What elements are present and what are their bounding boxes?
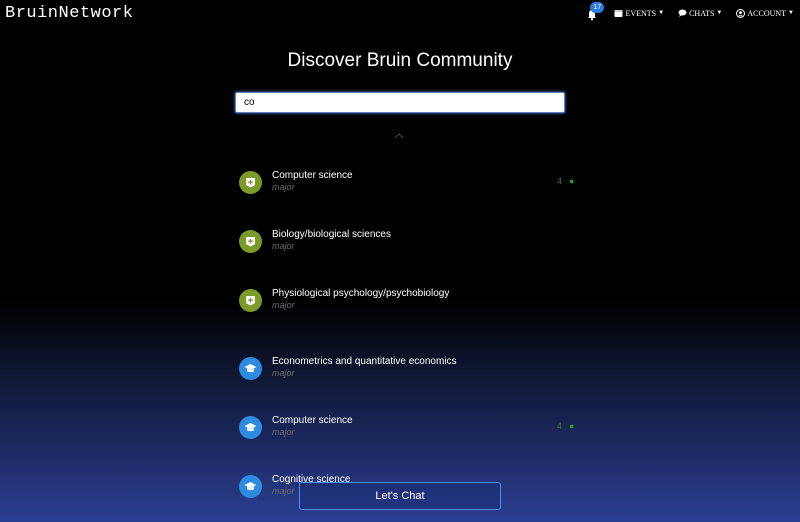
events-menu[interactable]: EVENTS ▼ — [614, 9, 664, 18]
chats-menu[interactable]: CHATS ▼ — [678, 9, 722, 18]
plus-badge-icon — [239, 289, 262, 312]
result-type: major — [272, 427, 295, 437]
notifications-button[interactable]: 17 — [586, 2, 605, 21]
chats-label: CHATS — [689, 8, 715, 18]
result-type: major — [272, 368, 295, 378]
graduation-cap-icon — [239, 475, 262, 498]
chevron-down-icon: ▼ — [716, 10, 723, 16]
result-type: major — [272, 182, 295, 192]
notification-badge: 17 — [590, 2, 605, 13]
result-item[interactable]: Computer science major 4 ● — [239, 170, 589, 211]
plus-badge-icon — [239, 230, 262, 253]
result-name: Biology/biological sciences — [272, 229, 391, 240]
user-circle-icon — [736, 8, 746, 18]
chevron-down-icon: ▼ — [658, 10, 665, 16]
result-name: Computer science — [272, 415, 353, 426]
member-count: 4 — [557, 421, 563, 431]
graduation-cap-icon — [239, 416, 262, 439]
account-label: ACCOUNT — [747, 8, 787, 18]
top-nav: 17 EVENTS ▼ CHATS ▼ ACCOUNT ▼ — [586, 2, 794, 21]
online-dot-icon: ● — [569, 421, 575, 431]
result-type: major — [272, 241, 295, 251]
result-item[interactable]: Biology/biological sciences major — [239, 229, 589, 270]
result-name: Physiological psychology/psychobiology — [272, 288, 450, 299]
lets-chat-button[interactable]: Let's Chat — [299, 482, 501, 510]
result-name: Econometrics and quantitative economics — [272, 356, 457, 367]
brand-logo[interactable]: BruinNetwork — [5, 4, 133, 23]
plus-badge-icon — [239, 171, 262, 194]
chevron-down-icon: ▼ — [788, 10, 794, 16]
online-dot-icon: ● — [569, 176, 575, 186]
result-type: major — [272, 486, 295, 496]
result-name: Computer science — [272, 170, 353, 181]
result-item[interactable]: Physiological psychology/psychobiology m… — [239, 288, 589, 329]
chat-bubble-icon — [678, 9, 687, 17]
result-type: major — [272, 300, 295, 310]
events-label: EVENTS — [625, 8, 657, 18]
account-menu[interactable]: ACCOUNT ▼ — [736, 8, 794, 18]
member-count: 4 — [557, 176, 563, 186]
graduation-cap-icon — [239, 357, 262, 380]
calendar-icon — [614, 10, 623, 17]
result-item[interactable]: Computer science major 4 ● — [239, 415, 589, 456]
result-item[interactable]: Econometrics and quantitative economics … — [239, 356, 589, 397]
page-title: Discover Bruin Community — [287, 50, 513, 71]
search-input[interactable] — [235, 92, 565, 113]
chevron-up-icon[interactable] — [394, 132, 404, 140]
